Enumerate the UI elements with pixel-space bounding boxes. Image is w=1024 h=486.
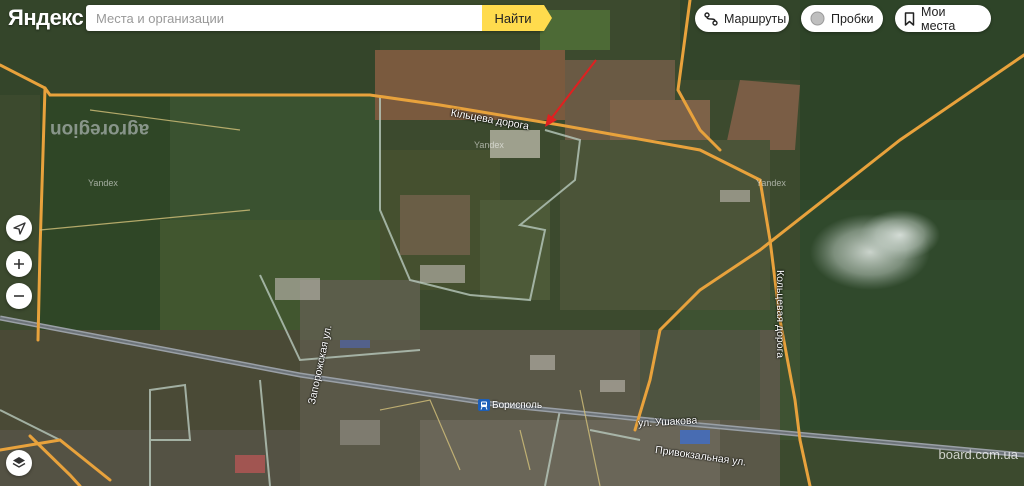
navigation-arrow-icon [12,221,26,235]
railway-station-icon [478,399,490,411]
zoom-in-button[interactable] [6,251,32,277]
field-lettering: agroregion [50,119,150,140]
traffic-icon [810,11,825,26]
satellite-map[interactable] [0,0,1024,486]
route-icon [704,11,718,26]
traffic-label: Пробки [831,11,874,26]
search-button[interactable]: Найти [482,5,552,31]
locate-me-button[interactable] [6,215,32,241]
station-label: Борисполь [492,399,543,411]
yandex-watermark: Yandex [756,178,786,188]
yandex-logo[interactable]: Яндекс [8,5,84,31]
layers-button[interactable] [6,450,32,476]
bookmark-icon [904,11,915,26]
minus-icon [13,290,25,302]
my-places-label: Мои места [921,4,956,33]
layers-icon [12,456,26,470]
zoom-out-button[interactable] [6,283,32,309]
plus-icon [13,258,25,270]
railway-station-marker[interactable]: Борисполь [478,399,542,411]
traffic-button[interactable]: Пробки [801,5,883,32]
search-input[interactable] [86,5,482,31]
board-watermark: board.com.ua [938,447,1019,462]
yandex-watermark: Yandex [474,140,504,150]
yandex-watermark: Yandex [88,178,118,188]
road-label-koltsevaya: Кольцевая дорога [774,270,786,359]
my-places-button[interactable]: Мои места [895,4,991,33]
routes-button[interactable]: Маршруты [695,5,789,32]
search-bar: Найти [86,5,552,31]
routes-label: Маршруты [724,11,787,26]
